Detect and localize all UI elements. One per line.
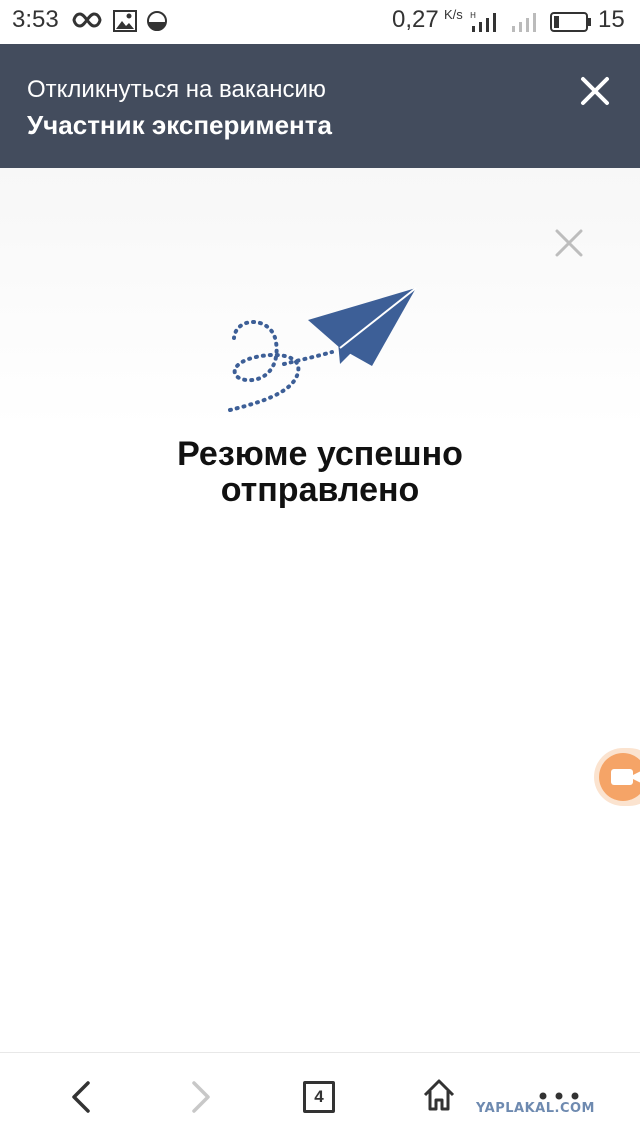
- paper-plane-icon: [228, 287, 417, 412]
- header: Откликнуться на вакансию Участник экспер…: [0, 44, 640, 168]
- camera-icon: [611, 769, 640, 785]
- network-speed: 0,27: [392, 6, 439, 33]
- tabs-count: 4: [314, 1087, 324, 1106]
- signal-icon: [512, 13, 536, 32]
- signal-h-icon: H: [470, 11, 496, 32]
- network-speed-unit: K/s: [444, 7, 463, 22]
- header-subtitle: Откликнуться на вакансию: [27, 76, 326, 103]
- back-arrow-icon[interactable]: [66, 1079, 96, 1115]
- battery-level: 15: [598, 6, 625, 33]
- battery-icon: [550, 12, 591, 32]
- status-time: 3:53: [12, 6, 59, 33]
- bottom-navigation: 4 YAPLAKAL.COM: [0, 1052, 640, 1138]
- dialog-content: Резюме успешно отправлено: [0, 168, 640, 1052]
- tabs-button[interactable]: 4: [303, 1081, 335, 1113]
- more-icon[interactable]: [538, 1091, 580, 1101]
- infinity-icon: [72, 12, 102, 28]
- svg-text:H: H: [470, 11, 476, 20]
- circle-half-icon: [147, 11, 167, 31]
- page-title: Участник эксперимента: [27, 110, 332, 140]
- status-bar: 3:53 0,27 K/s H 15: [0, 0, 640, 44]
- success-message: Резюме успешно отправлено: [177, 435, 463, 509]
- home-icon[interactable]: [421, 1077, 457, 1113]
- image-icon: [113, 10, 137, 32]
- watermark: YAPLAKAL.COM: [476, 1101, 595, 1116]
- forward-arrow-icon[interactable]: [186, 1079, 216, 1115]
- close-icon[interactable]: [578, 74, 612, 108]
- video-call-button[interactable]: [594, 748, 640, 806]
- dialog-close-icon[interactable]: [554, 228, 584, 258]
